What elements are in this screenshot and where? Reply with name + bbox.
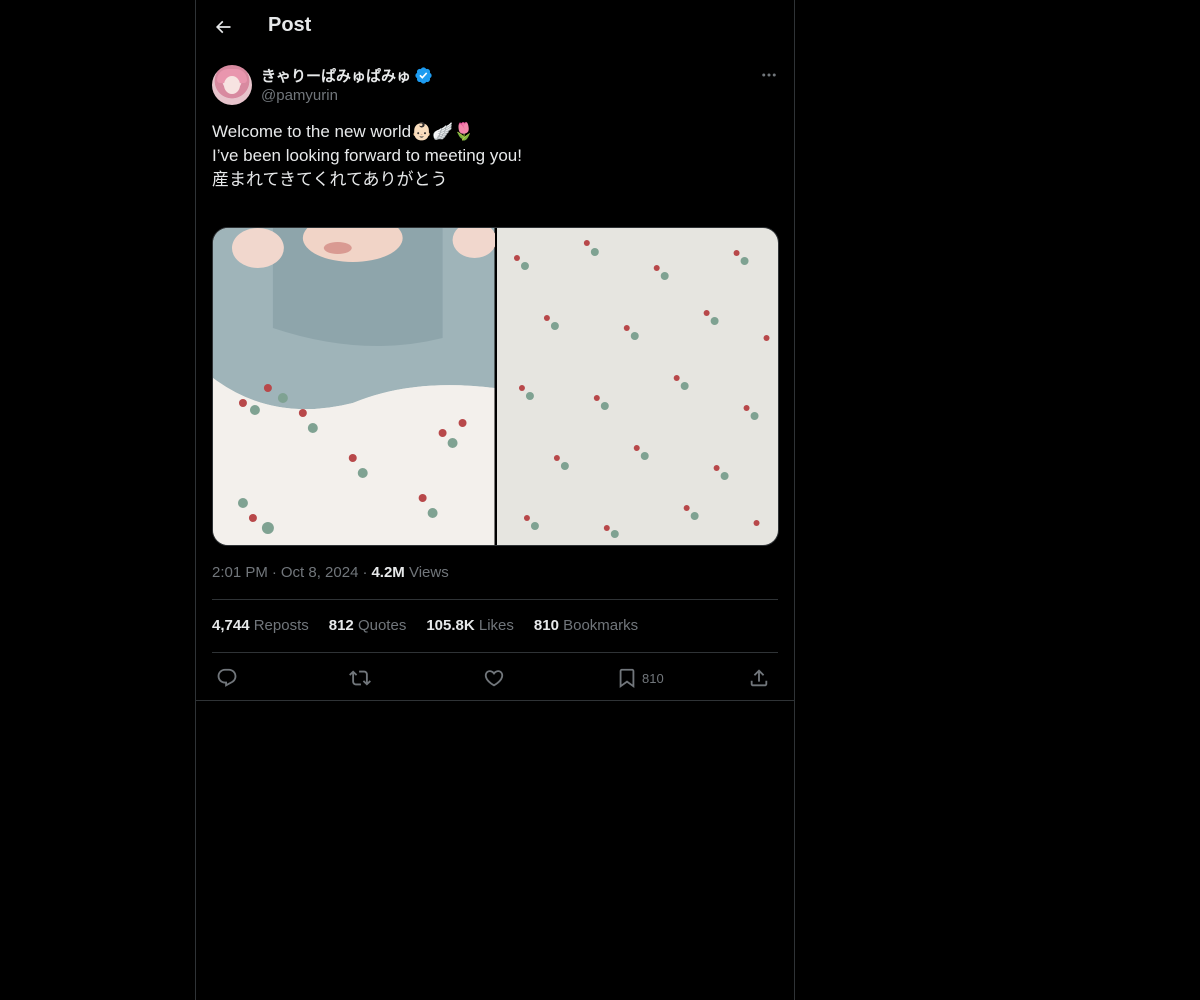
quotes-stat[interactable]: 812 Quotes bbox=[329, 617, 407, 634]
views-label: Views bbox=[408, 564, 449, 581]
back-button[interactable] bbox=[207, 11, 239, 43]
divider bbox=[212, 652, 778, 653]
avatar[interactable] bbox=[212, 65, 252, 105]
more-horizontal-icon bbox=[762, 73, 776, 77]
post-text-line: I’ve been looking forward to meeting you… bbox=[212, 146, 522, 165]
quotes-count: 812 bbox=[328, 617, 354, 634]
reposts-label: Reposts bbox=[253, 617, 309, 634]
reposts-stat[interactable]: 4,744 Reposts bbox=[212, 617, 309, 634]
media-grid bbox=[212, 227, 779, 546]
reply-button[interactable] bbox=[216, 664, 238, 692]
handle[interactable]: @pamyurin bbox=[261, 87, 338, 104]
verified-badge-icon bbox=[415, 67, 432, 84]
bookmarks-label: Bookmarks bbox=[563, 617, 639, 634]
meta-separator: · bbox=[271, 564, 277, 581]
bookmark-count: 810 bbox=[642, 670, 664, 686]
page-title: Post bbox=[268, 14, 312, 36]
heart-icon bbox=[484, 670, 504, 687]
post-text-line: Welcome to the new world👶🏻🪽🌷 bbox=[212, 122, 475, 141]
more-button[interactable] bbox=[758, 64, 780, 86]
post-text: Welcome to the new world👶🏻🪽🌷 I’ve been l… bbox=[212, 120, 778, 192]
post-text-line: 産まれてきてくれてありがとう bbox=[212, 170, 448, 189]
likes-stat[interactable]: 105.8K Likes bbox=[426, 617, 514, 634]
like-button[interactable] bbox=[483, 664, 505, 692]
bookmarks-stat[interactable]: 810 Bookmarks bbox=[534, 617, 638, 634]
divider bbox=[196, 700, 794, 701]
author-name-link[interactable]: きゃりーぱみゅぱみゅ bbox=[261, 65, 433, 86]
bookmarks-count: 810 bbox=[533, 617, 559, 634]
views-count: 4.2M bbox=[371, 564, 405, 581]
post-meta: 2:01 PM · Oct 8, 2024 · 4.2M Views bbox=[212, 564, 449, 581]
share-icon bbox=[750, 669, 768, 687]
post-date[interactable]: Oct 8, 2024 bbox=[281, 564, 359, 581]
reposts-count: 4,744 bbox=[212, 617, 250, 634]
bookmark-icon bbox=[619, 668, 635, 689]
views-count-group[interactable]: 4.2M Views bbox=[371, 564, 448, 581]
divider bbox=[212, 599, 778, 600]
header: Post bbox=[196, 0, 794, 54]
post-time[interactable]: 2:01 PM bbox=[212, 564, 268, 581]
media-image-blanket[interactable] bbox=[496, 228, 778, 545]
repost-icon bbox=[349, 670, 371, 686]
quotes-label: Quotes bbox=[357, 617, 407, 634]
media-image-baby[interactable] bbox=[213, 228, 495, 545]
likes-label: Likes bbox=[478, 617, 514, 634]
bookmark-button[interactable]: 810 bbox=[616, 664, 664, 692]
action-bar: 810 bbox=[212, 664, 778, 692]
meta-separator: · bbox=[362, 564, 368, 581]
reply-icon bbox=[217, 668, 237, 687]
repost-button[interactable] bbox=[349, 664, 371, 692]
share-button[interactable] bbox=[748, 664, 770, 692]
display-name: きゃりーぱみゅぱみゅ bbox=[261, 68, 412, 85]
engagement-stats: 4,744 Reposts 812 Quotes 105.8K Likes 81… bbox=[212, 617, 638, 634]
arrow-left-icon bbox=[215, 20, 231, 34]
post-column: Post きゃりーぱみゅぱみゅ @pamyurin Welcome to the… bbox=[195, 0, 795, 1000]
likes-count: 105.8K bbox=[426, 617, 475, 634]
